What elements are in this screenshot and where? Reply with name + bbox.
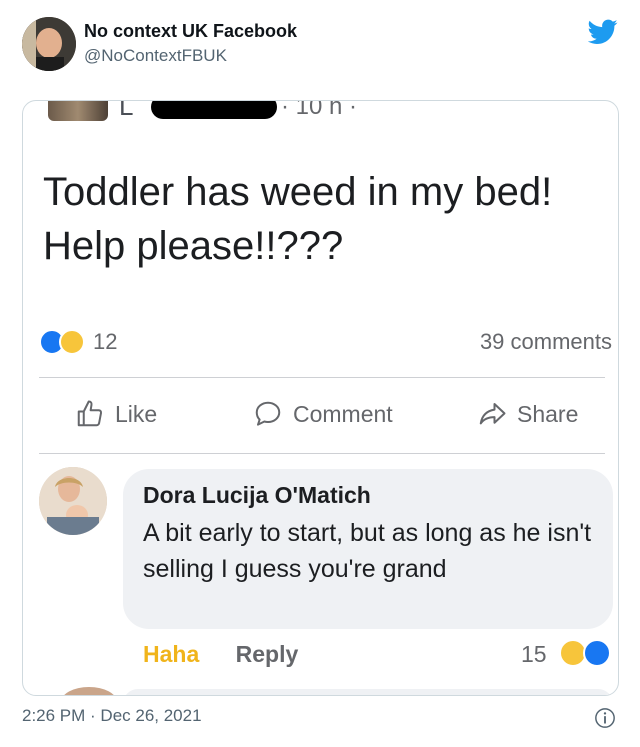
comment-text: A bit early to start, but as long as he …: [143, 519, 592, 583]
info-icon[interactable]: [594, 707, 616, 729]
commenter-photo: [39, 467, 107, 535]
fb-poster-name: L: [119, 101, 134, 121]
fb-post-header: L · 10 h ·: [23, 101, 618, 123]
author-name[interactable]: No context UK Facebook: [84, 21, 297, 42]
commenter-avatar: [39, 467, 107, 535]
divider: [39, 453, 605, 454]
share-button: Share: [477, 397, 578, 431]
comment-haha-label: Haha: [143, 641, 200, 667]
fb-post-time: · 10 h ·: [281, 101, 358, 120]
comments-count: 39 comments: [479, 329, 612, 354]
like-label: Like: [115, 400, 158, 427]
comment-author: Dora Lucija O'Matich: [143, 482, 371, 508]
twitter-bird-icon[interactable]: [588, 19, 618, 45]
haha-reaction-icon: [59, 329, 85, 355]
comment-reaction-count: 15: [521, 641, 547, 667]
thumbs-up-icon: [77, 400, 103, 427]
fb-post-text: Toddler has weed in my bed! Help please!…: [43, 170, 553, 268]
comment-bubble-icon: [255, 401, 281, 426]
like-button: Like: [75, 397, 157, 431]
comment-actions: Haha Reply: [143, 641, 298, 668]
author-avatar[interactable]: [22, 17, 76, 71]
redaction-bar: [151, 101, 277, 119]
tweet-header: No context UK Facebook @NoContextFBUK: [0, 0, 640, 90]
share-label: Share: [517, 400, 579, 427]
like-reaction-icon: [583, 639, 611, 667]
reaction-count: 12: [93, 329, 118, 354]
next-commenter-avatar: [61, 687, 117, 695]
author-handle[interactable]: @NoContextFBUK: [84, 46, 227, 66]
comment-label: Comment: [293, 400, 393, 427]
fb-profile-picture: [48, 101, 108, 121]
divider: [39, 377, 605, 378]
comment-reply-label: Reply: [235, 641, 299, 667]
tweet-timestamp[interactable]: 2:26 PM · Dec 26, 2021: [22, 706, 202, 726]
facebook-screenshot: L · 10 h · Toddler has weed in my bed! H…: [22, 100, 619, 696]
avatar-image: [22, 17, 76, 71]
share-arrow-icon: [479, 403, 506, 425]
next-comment-bubble: [123, 689, 613, 695]
comment-button: Comment: [253, 397, 393, 431]
